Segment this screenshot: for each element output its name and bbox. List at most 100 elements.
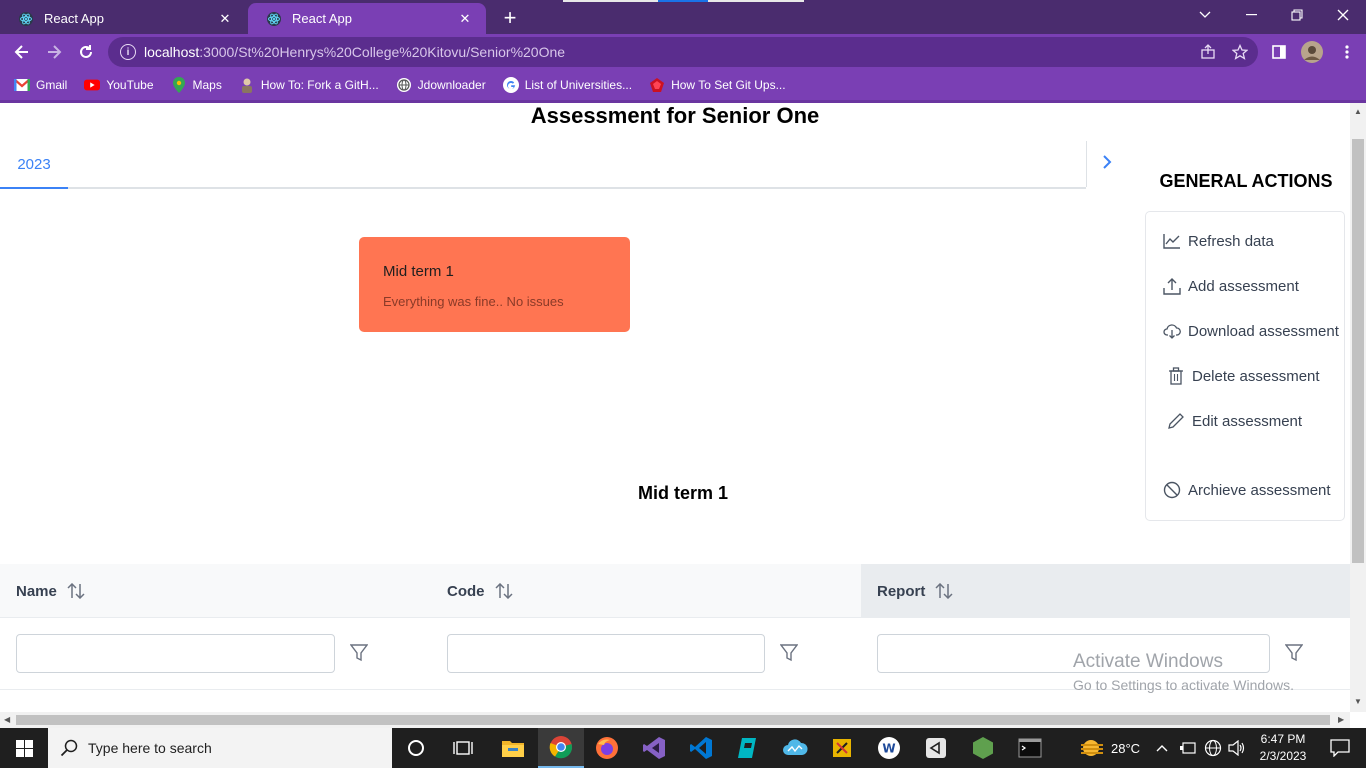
filter-icon[interactable] [777,640,801,666]
svg-text:W: W [882,742,895,756]
new-tab-button[interactable]: + [498,5,522,30]
sort-icon[interactable] [935,583,953,599]
browser-tab-active[interactable]: React App ✕ [248,3,486,34]
assessment-card[interactable]: Mid term 1 Everything was fine.. No issu… [359,237,630,332]
share-icon[interactable] [1195,38,1221,66]
unity-icon[interactable] [913,728,959,768]
windows-taskbar: Type here to search W 28°C 6:47 PM 2/3/2… [0,728,1366,768]
scrollbar-thumb[interactable] [1352,139,1364,563]
close-icon[interactable]: ✕ [456,10,474,28]
notification-center-icon[interactable] [1318,728,1362,768]
browser-tab-strip: React App ✕ React App ✕ + [0,0,1366,34]
network-globe-icon[interactable] [1204,728,1222,768]
address-bar[interactable]: i localhost:3000/St%20Henrys%20College%2… [108,37,1258,67]
bookmark-list-universities[interactable]: List of Universities... [502,77,632,93]
forward-button[interactable] [40,38,68,66]
tab-search-icon[interactable] [1182,0,1228,30]
add-assessment-button[interactable]: Add assessment [1162,276,1299,296]
scroll-down-icon[interactable]: ▼ [1354,697,1362,706]
battery-icon[interactable] [1180,728,1198,768]
tab-year[interactable]: 2023 [0,141,68,189]
minimize-button[interactable] [1228,0,1274,30]
reload-button[interactable] [72,38,100,66]
bookmark-star-icon[interactable] [1227,38,1253,66]
taskbar-search[interactable]: Type here to search [48,728,392,768]
pencil-icon [1166,411,1186,431]
youtube-icon [84,77,101,93]
visual-studio-icon[interactable] [631,728,677,768]
sort-icon[interactable] [494,583,513,599]
sort-icon[interactable] [67,583,85,599]
bookmark-git-setup[interactable]: How To Set Git Ups... [649,77,786,93]
code-filter-input[interactable] [447,634,765,673]
globe-icon [396,77,412,93]
scrollbar-thumb[interactable] [16,715,1330,725]
close-icon[interactable]: ✕ [216,10,234,28]
year-tabview: 2023 [0,141,1086,189]
bookmarks-bar: Gmail YouTube Maps How To: Fork a GitH..… [0,70,1366,100]
gmail-icon [14,77,30,93]
menu-kebab-icon[interactable] [1334,38,1360,66]
weather-sun-icon [1081,740,1103,756]
trash-icon [1166,366,1186,386]
tray-chevron-up-icon[interactable] [1156,728,1168,768]
terminal-icon[interactable] [1007,728,1053,768]
scroll-left-icon[interactable]: ◀ [4,715,10,724]
filter-icon[interactable] [1282,640,1306,666]
bookmark-gmail[interactable]: Gmail [14,77,67,93]
browser-tab[interactable]: React App ✕ [0,3,246,34]
windows-logo-icon [15,739,33,757]
volume-icon[interactable] [1228,728,1246,768]
vscode-icon[interactable] [678,728,724,768]
general-actions-title: GENERAL ACTIONS [1159,171,1333,191]
horizontal-scrollbar[interactable]: ◀ ▶ [0,712,1350,728]
chart-line-icon [1162,231,1182,251]
name-filter-input[interactable] [16,634,335,673]
download-assessment-button[interactable]: Download assessment [1162,321,1339,341]
page-viewport: Assessment for Senior One 2023 Mid term … [0,103,1350,712]
bookmark-youtube[interactable]: YouTube [84,77,154,93]
filter-icon[interactable] [347,640,371,666]
info-icon[interactable]: i [120,44,136,60]
delete-assessment-button[interactable]: Delete assessment [1166,366,1320,386]
person-icon [239,77,255,93]
node-icon[interactable] [960,728,1006,768]
cortana-icon[interactable] [393,728,439,768]
react-icon [18,11,34,27]
column-header-report[interactable]: Report [861,564,1350,618]
report-filter-input[interactable] [877,634,1270,673]
app-blue-icon[interactable] [725,728,771,768]
scroll-up-icon[interactable]: ▲ [1354,107,1362,116]
tab-next-button[interactable] [1086,141,1126,187]
bookmark-fork-github[interactable]: How To: Fork a GitH... [239,77,379,93]
restore-button[interactable] [1274,0,1320,30]
taskbar-clock[interactable]: 6:47 PM 2/3/2023 [1254,731,1312,765]
close-window-button[interactable] [1320,0,1366,30]
bookmark-jdownloader[interactable]: Jdownloader [396,77,486,93]
start-button[interactable] [0,728,48,768]
google-icon [502,77,519,93]
scroll-right-icon[interactable]: ▶ [1338,715,1344,724]
tools-icon[interactable] [819,728,865,768]
vertical-scrollbar[interactable]: ▲ ▼ [1350,103,1366,712]
word-app-icon[interactable]: W [866,728,912,768]
cloud-download-icon [1162,321,1182,341]
maps-icon [171,77,187,93]
firefox-icon[interactable] [584,728,630,768]
azure-data-studio-icon[interactable] [772,728,818,768]
general-actions-panel: Refresh data Add assessment Download ass… [1145,211,1345,521]
column-header-name[interactable]: Name [0,564,431,618]
file-explorer-icon[interactable] [490,728,536,768]
weather-widget[interactable]: 28°C [1079,728,1140,768]
task-view-icon[interactable] [440,728,486,768]
profile-avatar[interactable] [1299,38,1325,66]
refresh-data-button[interactable]: Refresh data [1162,231,1274,251]
react-icon [266,11,282,27]
column-header-code[interactable]: Code [431,564,861,618]
chrome-icon[interactable] [538,728,584,768]
bookmark-maps[interactable]: Maps [171,77,222,93]
card-subtitle: Everything was fine.. No issues [383,294,564,309]
side-panel-icon[interactable] [1266,38,1292,66]
edit-assessment-button[interactable]: Edit assessment [1166,411,1302,431]
back-button[interactable] [8,38,36,66]
